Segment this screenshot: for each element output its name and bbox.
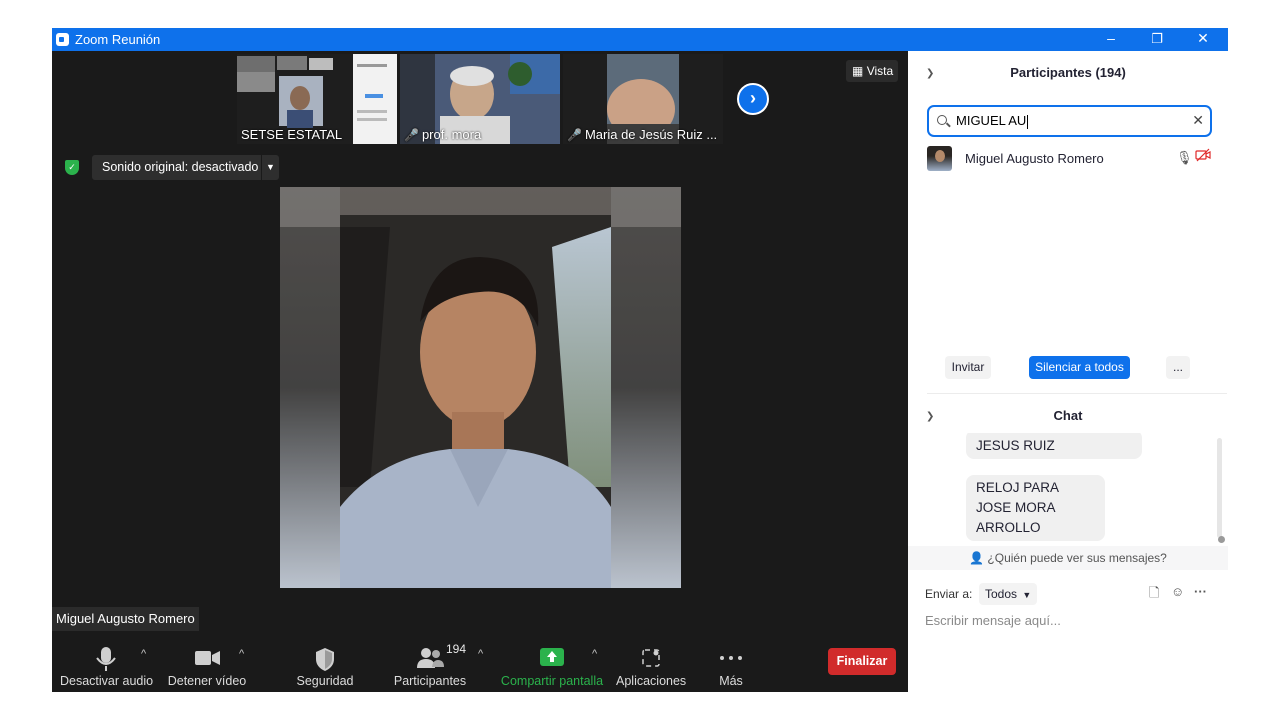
clear-search-icon[interactable]: ✕ (1192, 112, 1204, 129)
thumbnail-label: 🎤 prof. mora (404, 127, 481, 142)
scroll-thumb[interactable] (1218, 536, 1225, 543)
participants-options-caret-icon[interactable]: ^ (478, 648, 483, 660)
mute-audio-button[interactable]: Desactivar audio (60, 636, 154, 692)
thumbnail-label: 🎤 Maria de Jesús Ruiz ... (567, 127, 717, 142)
share-screen-label: Compartir pantalla (500, 674, 604, 688)
thumbnail-name: Maria de Jesús Ruiz ... (584, 127, 718, 142)
share-screen-button[interactable]: Compartir pantalla (500, 636, 604, 692)
more-dots-icon (720, 656, 742, 660)
invite-button[interactable]: Invitar (945, 356, 991, 379)
chat-message-input[interactable]: Escribir mensaje aquí... (925, 613, 1061, 628)
chat-message: JESUS RUIZ (966, 433, 1142, 459)
mute-audio-label: Desactivar audio (60, 674, 154, 688)
share-screen-icon (540, 648, 564, 666)
shield-icon (316, 648, 334, 671)
video-options-caret-icon[interactable]: ^ (239, 648, 244, 660)
thumbnail-video[interactable]: 🎤 Maria de Jesús Ruiz ... (563, 54, 723, 144)
chat-messages: JESUS RUIZ RELOJ PARA JOSE MORA ARROLLO (908, 433, 1228, 543)
security-label: Seguridad (296, 674, 354, 688)
avatar (927, 146, 952, 171)
muted-mic-icon: 🎤 (567, 128, 582, 142)
chevron-down-icon: ▼ (1022, 590, 1032, 600)
user-privacy-icon: 👤 (969, 551, 985, 565)
security-button[interactable]: Seguridad (292, 636, 358, 692)
message-visibility-link[interactable]: 👤 ¿Quién puede ver sus mensajes? (908, 546, 1228, 570)
apps-label: Aplicaciones (616, 674, 687, 688)
title-bar: Zoom Reunión – ❐ ✕ (52, 28, 1228, 51)
close-window-button[interactable]: ✕ (1180, 28, 1226, 51)
chat-message-text: RELOJ PARA JOSE MORA ARROLLO (976, 480, 1059, 535)
participants-label: Participantes (393, 674, 467, 688)
chat-scrollbar[interactable] (1217, 438, 1222, 538)
apps-icon (642, 649, 660, 667)
file-icon[interactable]: 🗋 (1149, 584, 1159, 606)
apps-button[interactable]: Aplicaciones (616, 636, 686, 692)
next-page-button[interactable]: › (737, 83, 769, 115)
zoom-window: Zoom Reunión – ❐ ✕ SETSE ESTATAL 🎤 prof.… (52, 28, 1228, 692)
more-label: Más (719, 674, 743, 688)
chat-title: Chat (1053, 408, 1083, 423)
stop-video-button[interactable]: Detener vídeo (166, 636, 248, 692)
audio-options-caret-icon[interactable]: ^ (141, 648, 146, 660)
muted-mic-icon: 🎤 (404, 128, 419, 142)
more-button[interactable]: Más (708, 636, 754, 692)
participants-search-input[interactable]: MIGUEL AU ✕ (927, 105, 1212, 137)
recipient-select[interactable]: Todos ▼ (979, 583, 1037, 605)
zoom-app-icon (56, 33, 69, 46)
view-label: Vista (866, 64, 894, 78)
video-off-icon[interactable] (1195, 148, 1211, 165)
mute-all-button[interactable]: Silenciar a todos (1029, 356, 1130, 379)
chat-message: RELOJ PARA JOSE MORA ARROLLO (966, 475, 1105, 541)
send-to-label: Enviar a: (925, 587, 973, 601)
grid-icon: ▦ (852, 64, 864, 78)
share-options-caret-icon[interactable]: ^ (592, 648, 597, 660)
video-camera-icon (195, 651, 220, 665)
original-sound-label: Sonido original: desactivado (102, 160, 259, 174)
original-sound-button[interactable]: Sonido original: desactivado ▼ (92, 155, 279, 180)
window-title: Zoom Reunión (75, 32, 161, 47)
encryption-shield-icon[interactable]: ✓ (65, 160, 79, 175)
speaker-name-badge: Miguel Augusto Romero (52, 607, 199, 631)
participants-panel-title: Participantes (194) (1010, 65, 1126, 80)
thumbnail-name: SETSE ESTATAL (241, 127, 343, 142)
thumbnail-video[interactable]: 🎤 prof. mora (400, 54, 560, 144)
meeting-area: SETSE ESTATAL 🎤 prof. mora 🎤 Maria de Je… (52, 51, 908, 692)
thumbnail-name: prof. mora (421, 127, 482, 142)
chat-message-text: JESUS RUIZ (976, 438, 1055, 453)
search-field-value[interactable]: MIGUEL AU (956, 113, 1029, 129)
restore-button[interactable]: ❐ (1134, 28, 1180, 51)
participant-row[interactable]: Miguel Augusto Romero 🎙 (926, 146, 1216, 174)
view-button[interactable]: ▦ Vista (846, 60, 898, 82)
side-panel: ❯ Participantes (194) MIGUEL AU ✕ Miguel… (908, 51, 1228, 692)
microphone-icon (96, 647, 116, 671)
emoji-icon[interactable]: ☺ (1171, 584, 1184, 599)
chevron-down-icon[interactable]: ▼ (261, 155, 279, 180)
microphone-icon[interactable]: 🎙 (1176, 150, 1193, 166)
recipient-value: Todos (985, 587, 1018, 601)
more-dots-icon[interactable]: ··· (1194, 584, 1207, 599)
more-options-button[interactable]: ... (1166, 356, 1190, 379)
end-meeting-button[interactable]: Finalizar (828, 648, 896, 675)
participant-name: Miguel Augusto Romero (965, 151, 1104, 166)
participants-count: 194 (446, 642, 467, 656)
divider (927, 393, 1227, 394)
meeting-toolbar: Desactivar audio ^ Detener vídeo ^ Segur… (52, 636, 908, 692)
stop-video-label: Detener vídeo (167, 674, 247, 688)
speaker-video-frame (280, 187, 681, 588)
minimize-button[interactable]: – (1088, 28, 1134, 51)
visibility-link-label: ¿Quién puede ver sus mensajes? (987, 551, 1167, 565)
active-speaker-video (280, 187, 681, 588)
thumbnail-video[interactable]: SETSE ESTATAL (237, 54, 397, 144)
search-icon (937, 115, 947, 125)
